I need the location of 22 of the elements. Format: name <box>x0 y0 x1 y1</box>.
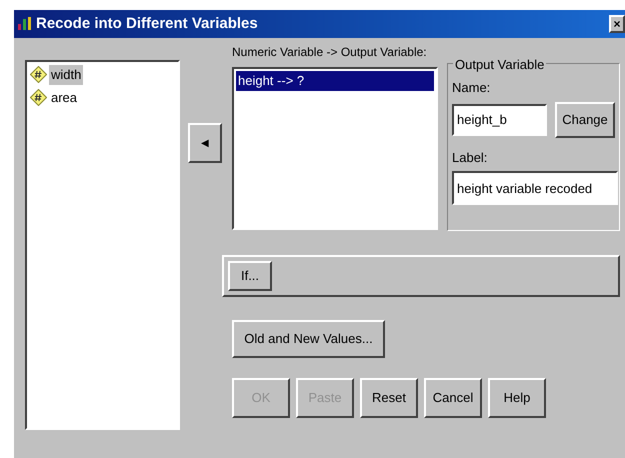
variable-list[interactable]: width area <box>25 60 180 430</box>
close-button[interactable]: × <box>609 15 625 33</box>
name-label: Name: <box>452 79 490 97</box>
move-left-button[interactable]: ◀ <box>188 123 222 163</box>
variable-item[interactable]: width <box>49 65 84 84</box>
scale-variable-icon <box>30 88 47 106</box>
dialog-button[interactable]: Reset <box>360 378 418 418</box>
list-label: Numeric Variable -> Output Variable: <box>232 44 428 61</box>
window-title: Recode into Different Variables <box>36 14 258 34</box>
label-field[interactable]: height variable recoded <box>452 171 618 205</box>
variable-item[interactable]: area <box>49 88 80 107</box>
change-button[interactable]: Change <box>555 102 615 138</box>
mapping-item[interactable]: height --> ? <box>236 71 434 90</box>
dialog-button[interactable]: Cancel <box>424 378 482 418</box>
dialog-button[interactable]: Help <box>488 378 546 418</box>
label-label: Label: <box>452 148 488 166</box>
name-field[interactable]: height_b <box>452 104 547 136</box>
if-button[interactable]: If... <box>228 261 272 291</box>
mapping-list[interactable]: height --> ? <box>232 67 438 230</box>
bar-chart-icon <box>18 16 32 32</box>
scale-variable-icon <box>30 66 47 84</box>
old-new-values-button[interactable]: Old and New Values... <box>232 320 385 358</box>
